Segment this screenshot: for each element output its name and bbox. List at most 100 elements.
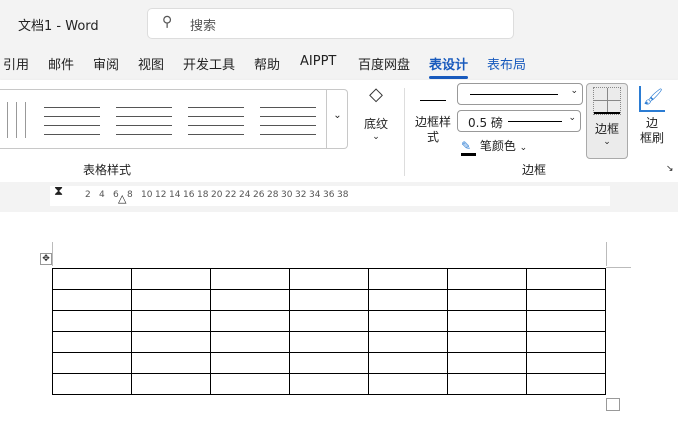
ruler-tick-label: 18	[197, 190, 209, 200]
document-table[interactable]	[52, 268, 606, 395]
ruler-tick-label: 14	[169, 190, 181, 200]
table-cell[interactable]	[52, 373, 132, 395]
table-cell[interactable]	[131, 268, 211, 290]
gallery-more-button[interactable]: ⌄	[326, 90, 348, 148]
table-resize-handle[interactable]	[606, 398, 620, 411]
border-styles-button[interactable]: 边框样 式	[414, 90, 452, 145]
ruler-tick-label: 36	[323, 190, 335, 200]
line-weight-value: 0.5 磅	[468, 116, 503, 130]
table-style-item[interactable]	[188, 102, 244, 138]
table-cell[interactable]	[368, 310, 448, 332]
table-cell[interactable]	[526, 289, 606, 311]
table-row	[52, 352, 606, 374]
table-cell[interactable]	[131, 310, 211, 332]
table-cell[interactable]	[447, 331, 527, 353]
window-title: 文档1 - Word	[18, 19, 99, 34]
tab-baidu-netdisk[interactable]: 百度网盘	[358, 54, 410, 73]
ruler-tick-label: 4	[99, 190, 105, 200]
table-cell[interactable]	[289, 352, 369, 374]
table-move-handle-icon[interactable]: ✥	[40, 253, 52, 265]
table-cell[interactable]	[52, 268, 132, 290]
first-line-indent-marker[interactable]: ⧗	[54, 184, 63, 199]
table-cell[interactable]	[526, 352, 606, 374]
table-cell[interactable]	[447, 268, 527, 290]
tab-mailings[interactable]: 邮件	[48, 54, 74, 73]
tab-developer[interactable]: 开发工具	[183, 54, 235, 73]
table-cell[interactable]	[289, 373, 369, 395]
tab-references[interactable]: 引用	[3, 54, 29, 73]
ruler-tick-label: 12	[155, 190, 167, 200]
table-cell[interactable]	[289, 310, 369, 332]
table-cell[interactable]	[210, 352, 290, 374]
search-box[interactable]: ⚲ 搜索	[147, 8, 514, 39]
borders-label: 边框	[594, 122, 619, 136]
pen-color-label: 笔颜色	[479, 139, 516, 153]
tab-view[interactable]: 视图	[138, 54, 164, 73]
table-style-item[interactable]	[260, 102, 316, 138]
table-cell[interactable]	[131, 331, 211, 353]
pen-color-button[interactable]: ✎ 笔颜色 ⌄	[461, 137, 527, 156]
table-cell[interactable]	[368, 352, 448, 374]
table-cell[interactable]	[526, 310, 606, 332]
table-cell[interactable]	[210, 268, 290, 290]
table-cell[interactable]	[210, 331, 290, 353]
line-style-icon	[420, 100, 446, 101]
table-row	[52, 331, 606, 353]
table-cell[interactable]	[447, 310, 527, 332]
table-cell[interactable]	[447, 352, 527, 374]
hanging-indent-marker[interactable]: △	[118, 192, 126, 205]
shading-label: 底纹	[363, 117, 388, 131]
borders-group-label: 边框	[522, 163, 547, 177]
ruler-tick-label: 30	[281, 190, 293, 200]
border-painter-icon: 🖌	[639, 86, 665, 112]
table-cell[interactable]	[210, 373, 290, 395]
table-cell[interactable]	[131, 352, 211, 374]
table-cell[interactable]	[52, 289, 132, 311]
table-cell[interactable]	[447, 289, 527, 311]
line-weight-combo[interactable]: 0.5 磅 ⌄	[457, 110, 581, 132]
divider	[404, 88, 405, 176]
table-cell[interactable]	[368, 268, 448, 290]
table-cell[interactable]	[368, 331, 448, 353]
border-painter-label: 边 框刷	[639, 116, 664, 145]
tab-table-layout[interactable]: 表布局	[487, 54, 526, 73]
tab-aippt[interactable]: AIPPT	[300, 54, 336, 69]
table-style-item[interactable]	[116, 102, 172, 138]
table-style-item[interactable]	[44, 102, 100, 138]
line-style-combo[interactable]: ⌄	[457, 83, 583, 105]
ruler-tick-label: 22	[225, 190, 237, 200]
table-cell[interactable]	[526, 268, 606, 290]
ruler-tick-label: 8	[127, 190, 133, 200]
horizontal-ruler[interactable]: ⧗ △ 2 4 6 8 10 12 14 16 18 20 22 24 26 28 30 32 34 36 38	[0, 182, 678, 212]
table-cell[interactable]	[289, 289, 369, 311]
chevron-down-icon: ⌄	[570, 86, 578, 96]
table-cell[interactable]	[368, 373, 448, 395]
tab-help[interactable]: 帮助	[254, 54, 280, 73]
ruler-tick-label: 32	[295, 190, 307, 200]
table-cell[interactable]	[52, 310, 132, 332]
table-cell[interactable]	[52, 352, 132, 374]
table-cell[interactable]	[526, 373, 606, 395]
borders-button[interactable]: 边框 ⌄	[586, 83, 628, 159]
table-style-item[interactable]	[0, 102, 28, 138]
ruler-tick-label: 34	[309, 190, 321, 200]
table-cell[interactable]	[131, 289, 211, 311]
chevron-down-icon: ⌄	[519, 143, 528, 153]
table-cell[interactable]	[289, 331, 369, 353]
table-cell[interactable]	[210, 289, 290, 311]
search-icon: ⚲	[162, 14, 173, 30]
table-cell[interactable]	[368, 289, 448, 311]
table-cell[interactable]	[52, 331, 132, 353]
dialog-launcher-icon[interactable]: ↘	[666, 164, 674, 174]
tab-table-design[interactable]: 表设计	[429, 54, 469, 79]
ruler-tick-label: 38	[337, 190, 349, 200]
ruler-tick-label: 6	[113, 190, 119, 200]
table-cell[interactable]	[289, 268, 369, 290]
table-cell[interactable]	[131, 373, 211, 395]
tab-review[interactable]: 审阅	[93, 54, 119, 73]
table-cell[interactable]	[447, 373, 527, 395]
border-painter-button[interactable]: 🖌 边 框刷	[634, 86, 670, 146]
table-cell[interactable]	[526, 331, 606, 353]
table-cell[interactable]	[210, 310, 290, 332]
shading-button[interactable]: ◇ 底纹 ⌄	[358, 84, 394, 150]
